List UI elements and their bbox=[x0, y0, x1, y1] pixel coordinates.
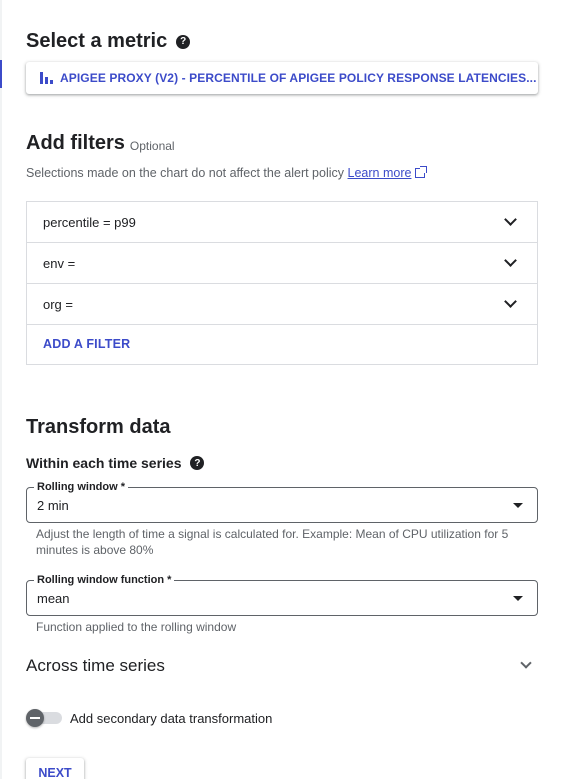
filter-row-org[interactable]: org = bbox=[27, 284, 537, 325]
chevron-down-icon[interactable] bbox=[520, 657, 532, 669]
metric-selector-button[interactable]: APIGEE PROXY (V2) - PERCENTILE OF APIGEE… bbox=[26, 62, 538, 94]
optional-tag: Optional bbox=[129, 138, 175, 153]
dropdown-arrow-icon bbox=[513, 596, 523, 601]
filter-row-percentile[interactable]: percentile = p99 bbox=[27, 202, 537, 243]
rolling-window-hint: Adjust the length of time a signal is ca… bbox=[36, 527, 509, 557]
rolling-window-select[interactable]: Rolling window * 2 min bbox=[26, 480, 538, 523]
secondary-transformation-label: Add secondary data transformation bbox=[70, 711, 273, 726]
next-button[interactable]: NEXT bbox=[26, 758, 84, 779]
rolling-window-value: 2 min bbox=[37, 498, 69, 513]
rolling-window-function-select[interactable]: Rolling window function * mean bbox=[26, 573, 538, 616]
transform-data-heading: Transform data bbox=[26, 416, 170, 439]
filter-row-env[interactable]: env = bbox=[27, 243, 537, 284]
select-metric-heading: Select a metric ? bbox=[26, 30, 191, 53]
rolling-window-function-value: mean bbox=[37, 591, 70, 606]
chevron-down-icon[interactable] bbox=[504, 295, 517, 308]
left-divider bbox=[0, 0, 2, 779]
external-link-icon bbox=[415, 166, 428, 178]
across-time-series-expander[interactable]: Across time series bbox=[26, 656, 538, 678]
active-step-indicator bbox=[0, 60, 2, 88]
select-metric-title: Select a metric bbox=[26, 30, 168, 52]
rolling-window-label: Rolling window * bbox=[34, 480, 128, 494]
help-icon[interactable]: ? bbox=[190, 456, 205, 470]
learn-more-link[interactable]: Learn more bbox=[348, 166, 428, 180]
filter-label: env = bbox=[43, 255, 76, 271]
toggle-thumb bbox=[26, 709, 44, 727]
bar-chart-icon bbox=[40, 72, 53, 84]
filters-description: Selections made on the chart do not affe… bbox=[26, 166, 428, 180]
rolling-window-function-hint: Function applied to the rolling window bbox=[36, 620, 237, 634]
within-time-series-heading: Within each time series ? bbox=[26, 455, 205, 471]
chevron-down-icon[interactable] bbox=[504, 254, 517, 267]
rolling-window-function-label: Rolling window function * bbox=[34, 573, 175, 587]
within-time-series-title: Within each time series bbox=[26, 455, 182, 471]
dropdown-arrow-icon bbox=[513, 503, 523, 508]
filter-list: percentile = p99 env = org = ADD A FILTE… bbox=[26, 201, 538, 365]
add-filters-heading: Add filters Optional bbox=[26, 132, 175, 155]
across-time-series-title: Across time series bbox=[26, 656, 165, 675]
chevron-down-icon[interactable] bbox=[504, 213, 517, 226]
help-icon[interactable]: ? bbox=[176, 34, 191, 49]
add-filters-title: Add filters bbox=[26, 132, 125, 154]
filter-label: percentile = p99 bbox=[43, 214, 136, 230]
filter-label: org = bbox=[43, 296, 73, 312]
selected-metric-label: APIGEE PROXY (V2) - PERCENTILE OF APIGEE… bbox=[60, 71, 537, 85]
secondary-transformation-toggle[interactable] bbox=[26, 709, 62, 727]
transform-data-title: Transform data bbox=[26, 416, 171, 438]
add-filter-button[interactable]: ADD A FILTER bbox=[43, 337, 130, 351]
alert-policy-config-page: Select a metric ? APIGEE PROXY (V2) - PE… bbox=[0, 0, 561, 779]
